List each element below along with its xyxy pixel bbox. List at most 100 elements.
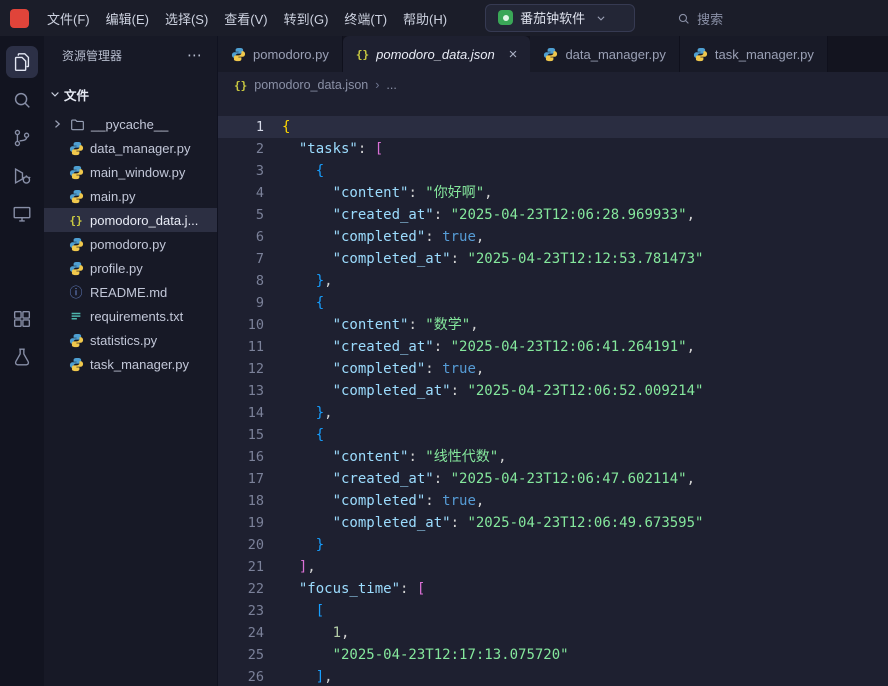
code-line-3[interactable]: 3 { [218, 160, 888, 182]
python-icon [68, 165, 84, 180]
close-icon[interactable]: × [509, 47, 518, 62]
code-line-21[interactable]: 21 ], [218, 556, 888, 578]
file-item-data_manager.py[interactable]: data_manager.py [44, 136, 217, 160]
code-line-15[interactable]: 15 { [218, 424, 888, 446]
menu-帮助[interactable]: 帮助(H) [395, 5, 455, 32]
menu-编辑[interactable]: 编辑(E) [98, 5, 157, 32]
activity-remote-icon[interactable] [6, 198, 38, 230]
app-logo-icon [10, 8, 29, 28]
code-line-8[interactable]: 8 }, [218, 270, 888, 292]
file-item-main_window.py[interactable]: main_window.py [44, 160, 217, 184]
menu-选择[interactable]: 选择(S) [157, 5, 216, 32]
code-line-10[interactable]: 10 "content": "数学", [218, 314, 888, 336]
breadcrumb-separator: › [375, 78, 380, 92]
menu-终端[interactable]: 终端(T) [336, 5, 395, 32]
file-item-statistics.py[interactable]: statistics.py [44, 328, 217, 352]
line-number: 3 [255, 163, 264, 179]
code-line-7[interactable]: 7 "completed_at": "2025-04-23T12:12:53.7… [218, 248, 888, 270]
activity-search-icon[interactable] [6, 84, 38, 116]
menu-文件[interactable]: 文件(F) [39, 5, 98, 32]
line-content: "2025-04-23T12:17:13.075720" [332, 647, 569, 663]
code-line-5[interactable]: 5 "created_at": "2025-04-23T12:06:28.969… [218, 204, 888, 226]
code-line-19[interactable]: 19 "completed_at": "2025-04-23T12:06:49.… [218, 512, 888, 534]
activity-testing-icon[interactable] [6, 341, 38, 373]
python-icon [68, 333, 84, 348]
code-line-20[interactable]: 20 } [218, 534, 888, 556]
tab-data_manager.py[interactable]: data_manager.py [530, 36, 680, 72]
line-number: 9 [255, 295, 264, 311]
code-line-17[interactable]: 17 "created_at": "2025-04-23T12:06:47.60… [218, 468, 888, 490]
line-content: [ [315, 603, 325, 619]
code-line-4[interactable]: 4 "content": "你好啊", [218, 182, 888, 204]
line-content: "completed": true, [332, 493, 485, 509]
line-number: 4 [255, 185, 264, 201]
line-content: }, [315, 273, 333, 289]
chevron-down-icon [49, 88, 61, 100]
code-line-1[interactable]: 1{ [218, 116, 888, 138]
code-line-2[interactable]: 2 "tasks": [ [218, 138, 888, 160]
activity-source-control-icon[interactable] [6, 122, 38, 154]
tab-label: pomodoro_data.json [376, 46, 495, 62]
file-label: main.py [90, 188, 136, 204]
activity-bar [0, 36, 44, 686]
titlebar-search[interactable]: 搜索 [677, 9, 723, 28]
file-label: data_manager.py [90, 140, 191, 156]
line-number: 14 [247, 405, 264, 421]
tab-pomodoro_data.json[interactable]: {} pomodoro_data.json × [342, 36, 531, 72]
line-content: "content": "数学", [332, 317, 479, 333]
tab-label: task_manager.py [714, 46, 814, 62]
line-content: { [282, 119, 291, 135]
code-line-23[interactable]: 23 [ [218, 600, 888, 622]
file-item-README.md[interactable]: ⓘ README.md [44, 280, 217, 304]
code-line-25[interactable]: 25 "2025-04-23T12:17:13.075720" [218, 644, 888, 666]
activity-extensions-icon[interactable] [6, 303, 38, 335]
code-line-13[interactable]: 13 "completed_at": "2025-04-23T12:06:52.… [218, 380, 888, 402]
line-content: { [315, 295, 325, 311]
file-item-pomodoro_data.j...[interactable]: {} pomodoro_data.j... [44, 208, 217, 232]
activity-run-debug-icon[interactable] [6, 160, 38, 192]
menu-查看[interactable]: 查看(V) [216, 5, 275, 32]
code-line-18[interactable]: 18 "completed": true, [218, 490, 888, 512]
file-item-requirements.txt[interactable]: requirements.txt [44, 304, 217, 328]
activity-explorer-icon[interactable] [6, 46, 38, 78]
code-area[interactable]: 1{2 "tasks": [3 {4 "content": "你好啊", 5 "c… [218, 98, 888, 686]
code-line-22[interactable]: 22 "focus_time": [ [218, 578, 888, 600]
code-line-24[interactable]: 24 1, [218, 622, 888, 644]
line-number: 23 [247, 603, 264, 619]
code-line-11[interactable]: 11 "created_at": "2025-04-23T12:06:41.26… [218, 336, 888, 358]
python-icon [693, 47, 708, 62]
breadcrumb[interactable]: {} pomodoro_data.json › ... [218, 72, 888, 98]
file-label: profile.py [90, 260, 143, 276]
more-actions-icon[interactable]: ⋯ [187, 46, 203, 64]
search-icon [677, 12, 690, 25]
menu-bar: 文件(F) 编辑(E) 选择(S) 查看(V) 转到(G) 终端(T) 帮助(H) [39, 5, 455, 32]
code-line-6[interactable]: 6 "completed": true, [218, 226, 888, 248]
line-number: 24 [247, 625, 264, 641]
file-item-main.py[interactable]: main.py [44, 184, 217, 208]
line-number: 20 [247, 537, 264, 553]
file-item-pomodoro.py[interactable]: pomodoro.py [44, 232, 217, 256]
code-line-16[interactable]: 16 "content": "线性代数", [218, 446, 888, 468]
titlebar: 文件(F) 编辑(E) 选择(S) 查看(V) 转到(G) 终端(T) 帮助(H) 番茄钟软… [0, 0, 888, 36]
tab-task_manager.py[interactable]: task_manager.py [679, 36, 828, 72]
section-files[interactable]: 文件 [44, 82, 217, 106]
line-number: 6 [255, 229, 264, 245]
file-item-task_manager.py[interactable]: task_manager.py [44, 352, 217, 376]
menu-转到[interactable]: 转到(G) [276, 5, 337, 32]
file-item-profile.py[interactable]: profile.py [44, 256, 217, 280]
tab-pomodoro.py[interactable]: pomodoro.py [218, 36, 343, 72]
command-center[interactable]: 番茄钟软件 [485, 4, 636, 32]
line-content: "tasks": [ [298, 141, 384, 157]
python-icon [68, 189, 84, 204]
folder-item-__pycache__[interactable]: __pycache__ [44, 112, 217, 136]
line-number: 13 [247, 383, 264, 399]
line-number: 1 [255, 119, 264, 135]
python-icon [68, 237, 84, 252]
text-icon [68, 309, 84, 323]
code-line-26[interactable]: 26 ], [218, 666, 888, 686]
code-line-9[interactable]: 9 { [218, 292, 888, 314]
line-number: 2 [255, 141, 264, 157]
code-line-12[interactable]: 12 "completed": true, [218, 358, 888, 380]
python-icon [231, 47, 246, 62]
code-line-14[interactable]: 14 }, [218, 402, 888, 424]
